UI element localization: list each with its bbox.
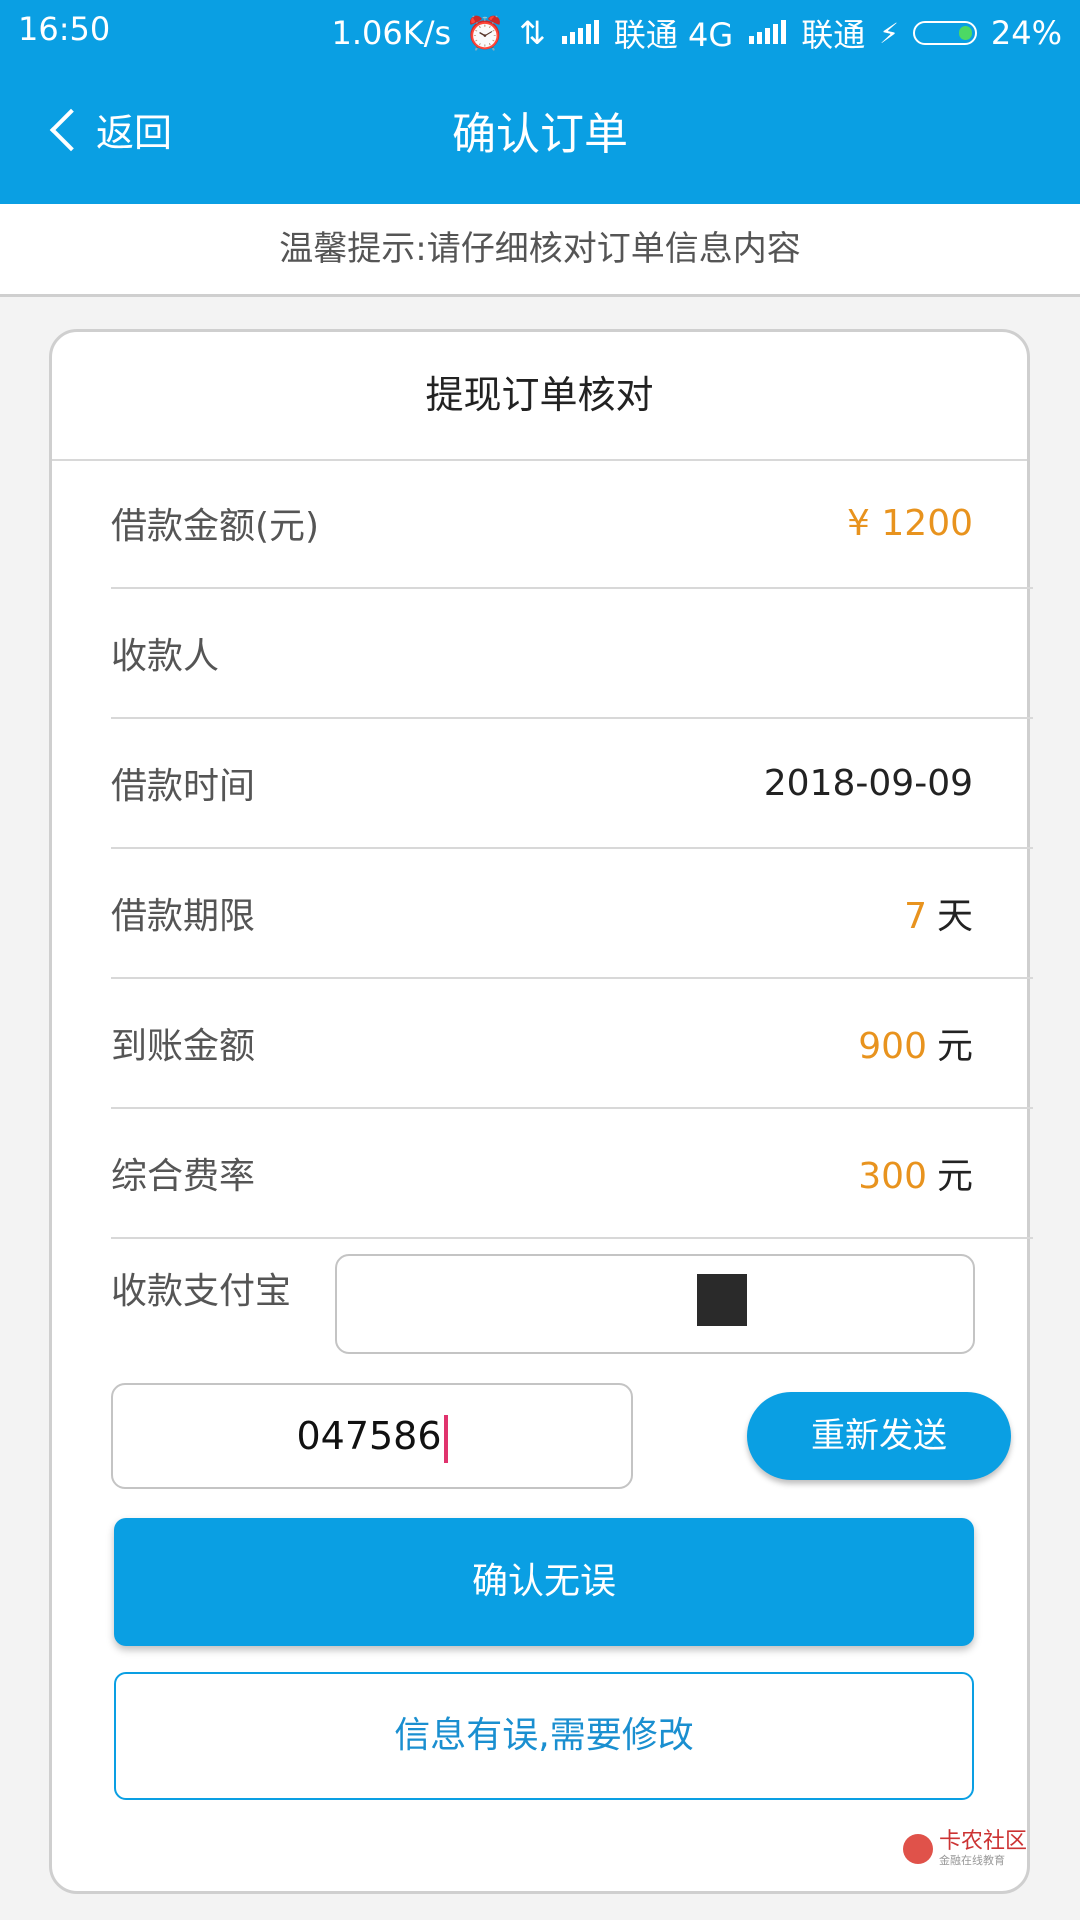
page-title: 确认订单 xyxy=(452,109,628,160)
row-label: 综合费率 xyxy=(111,1156,256,1197)
verification-code-value: 047586 xyxy=(296,1414,442,1458)
watermark-text: 卡农社区 金融在线教育 xyxy=(939,1830,1027,1868)
confirm-button[interactable]: 确认无误 xyxy=(114,1518,974,1646)
battery-fill xyxy=(958,26,972,40)
row-value: 7 xyxy=(904,896,927,937)
status-bar: 16:50 1.06K/s ⏰ ⇅ 联通 4G 联通 ⚡ 24% xyxy=(0,0,1080,62)
row-unit: 元 xyxy=(936,1026,973,1067)
alipay-account-field[interactable] xyxy=(335,1254,975,1354)
row-loan-term: 借款期限 7天 xyxy=(111,849,1033,979)
row-unit: 天 xyxy=(936,896,973,937)
redaction-mask xyxy=(697,1274,747,1326)
row-value-group: 300 元 xyxy=(858,1147,1033,1199)
watermark-main: 卡农社区 xyxy=(939,1829,1028,1854)
row-received-amount: 到账金额 900 元 xyxy=(111,979,1033,1109)
watermark: 卡农社区 金融在线教育 xyxy=(903,1830,1027,1868)
row-value-group: 7天 xyxy=(904,887,1033,939)
nav-bar: 返回 确认订单 xyxy=(0,62,1080,204)
row-label: 到账金额 xyxy=(111,1026,256,1067)
row-value-group: 900 元 xyxy=(858,1017,1033,1069)
row-value: 300 xyxy=(858,1156,927,1197)
verification-code-input[interactable]: 047586 xyxy=(111,1383,633,1489)
status-time: 16:50 xyxy=(18,10,111,48)
tip-banner: 温馨提示:请仔细核对订单信息内容 xyxy=(0,204,1080,297)
row-value: ¥ 1200 xyxy=(847,502,973,544)
row-fee-rate: 综合费率 300 元 xyxy=(111,1109,1033,1239)
network-speed: 1.06K/s xyxy=(331,14,452,52)
row-label: 借款时间 xyxy=(111,766,256,807)
order-card: 提现订单核对 借款金额(元) ¥ 1200 收款人 借款时间 2018-09-0… xyxy=(49,329,1033,1894)
battery-percent: 24% xyxy=(990,14,1062,52)
row-payee: 收款人 xyxy=(111,589,1033,719)
modify-button[interactable]: 信息有误,需要修改 xyxy=(114,1672,974,1800)
battery-icon xyxy=(912,21,977,45)
data-transfer-icon: ⇅ xyxy=(519,14,546,52)
signal-icon xyxy=(560,20,600,46)
row-loan-amount: 借款金额(元) ¥ 1200 xyxy=(111,459,1033,589)
row-label: 借款期限 xyxy=(111,896,256,937)
row-value: 900 xyxy=(858,1026,927,1067)
alipay-label: 收款支付宝 xyxy=(111,1271,292,1312)
text-cursor xyxy=(443,1414,448,1463)
carrier-2: 联通 xyxy=(801,16,866,54)
carrier-1: 联通 4G xyxy=(613,16,734,54)
row-label: 收款人 xyxy=(111,636,220,677)
charging-icon: ⚡ xyxy=(879,16,899,50)
signal-icon-2 xyxy=(747,20,787,46)
watermark-logo-icon xyxy=(903,1834,933,1864)
row-loan-date: 借款时间 2018-09-09 xyxy=(111,719,1033,849)
row-unit: 元 xyxy=(936,1156,973,1197)
alarm-icon: ⏰ xyxy=(465,14,506,52)
card-title: 提现订单核对 xyxy=(52,332,1027,461)
resend-button[interactable]: 重新发送 xyxy=(747,1392,1011,1480)
row-label: 借款金额(元) xyxy=(111,506,320,547)
watermark-sub: 金融在线教育 xyxy=(939,1854,1005,1867)
status-indicators: 1.06K/s ⏰ ⇅ 联通 4G 联通 ⚡ 24% xyxy=(332,10,1063,56)
row-value: 2018-09-09 xyxy=(763,762,973,804)
